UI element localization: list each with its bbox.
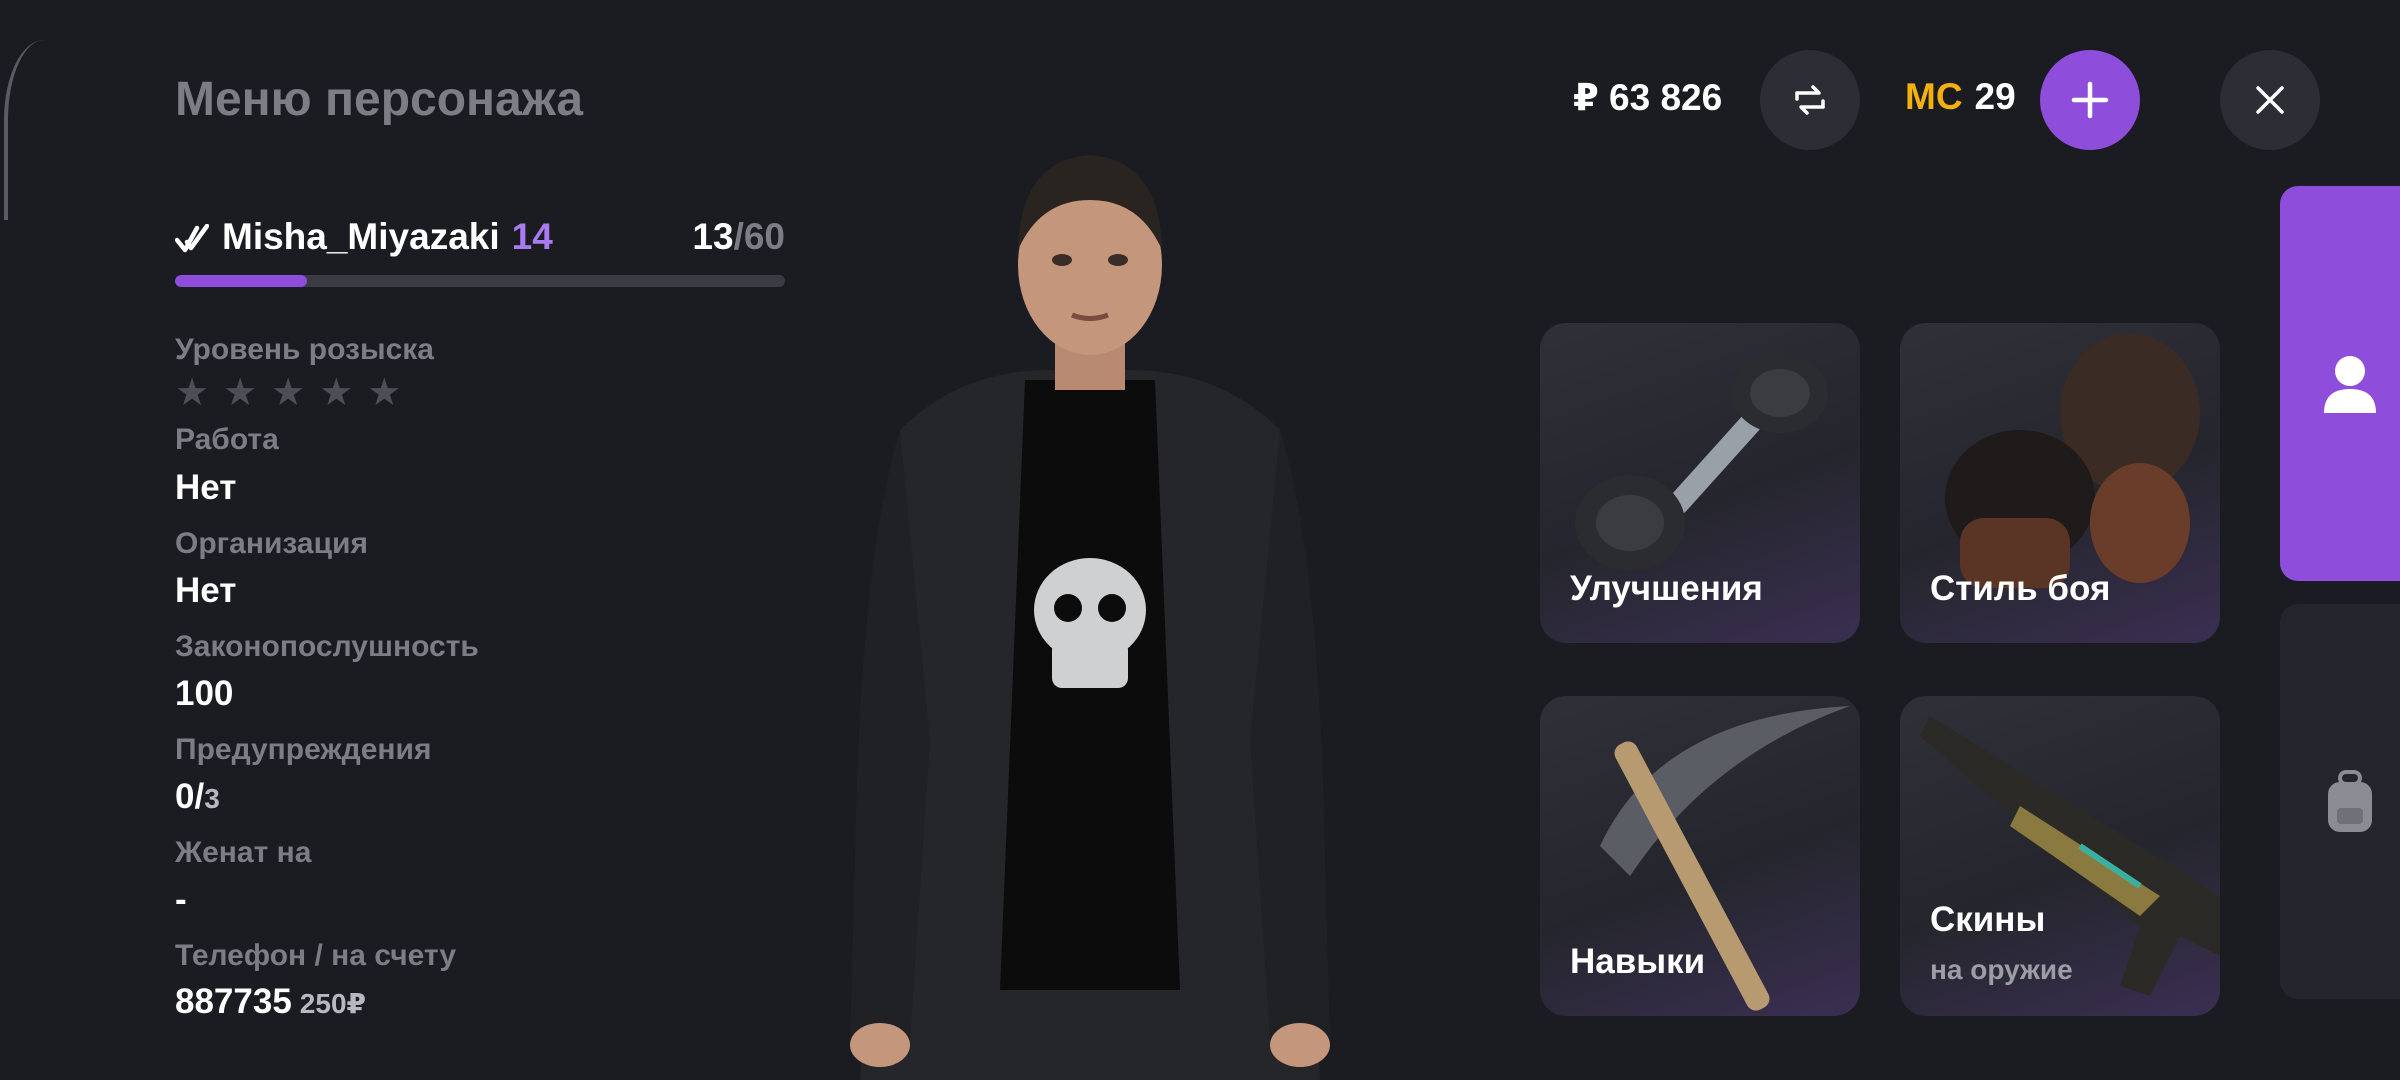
page-title: Меню персонажа <box>175 73 584 126</box>
card-skills-label: Навыки <box>1570 942 1706 981</box>
warnings-value: 0/3 <box>175 777 220 817</box>
user-icon <box>2324 355 2376 413</box>
law-value: 100 <box>175 674 234 713</box>
card-skins[interactable]: Скины на оружие <box>1900 696 2220 1016</box>
player-name-text: Misha_Miyazaki <box>222 216 500 257</box>
add-funds-button[interactable] <box>2040 50 2140 150</box>
exchange-icon <box>1795 85 1825 115</box>
exp-progress-fill <box>175 275 308 287</box>
exp-progress-bar <box>175 275 785 287</box>
exp-current: 13 <box>692 216 734 257</box>
close-icon <box>2256 86 2284 114</box>
org-value: Нет <box>175 571 237 610</box>
job-label: Работа <box>175 423 279 456</box>
wanted-stars: ★★★★★ <box>175 372 416 414</box>
phone-number: 887735 <box>175 982 292 1021</box>
exchange-button[interactable] <box>1760 50 1860 150</box>
tab-inventory[interactable] <box>2280 604 2400 999</box>
character-model <box>850 155 1330 1080</box>
warnings-max: 3 <box>204 783 220 814</box>
player-header: Misha_Miyazaki 14 13/60 <box>175 216 785 260</box>
exp-counter: 13/60 <box>692 216 785 258</box>
money-balance: ₽ 63 826 <box>1573 77 1723 118</box>
card-fight-style[interactable]: Стиль боя <box>1900 323 2220 643</box>
phone-value: 887735 250₽ <box>175 982 366 1022</box>
wanted-label: Уровень розыска <box>175 333 434 366</box>
warnings-count: 0/ <box>175 777 205 816</box>
married-value: - <box>175 880 187 919</box>
verified-icon <box>175 224 209 253</box>
card-fight-style-label: Стиль боя <box>1930 569 2111 608</box>
law-label: Законопослушность <box>175 630 479 663</box>
mc-value: 29 <box>1974 76 2016 117</box>
plus-icon <box>2071 81 2109 119</box>
warnings-label: Предупреждения <box>175 733 432 766</box>
card-skins-sublabel: на оружие <box>1930 954 2073 985</box>
married-label: Женат на <box>175 836 312 869</box>
card-upgrades-label: Улучшения <box>1570 569 1763 608</box>
card-skills[interactable]: Навыки <box>1540 696 1860 1016</box>
exp-max: /60 <box>733 216 785 257</box>
phone-balance: 250₽ <box>299 988 366 1019</box>
tab-profile[interactable] <box>2280 186 2400 581</box>
player-level: 14 <box>511 216 553 257</box>
org-label: Организация <box>175 527 368 560</box>
job-value: Нет <box>175 468 237 507</box>
phone-label: Телефон / на счету <box>175 939 457 972</box>
player-name: Misha_Miyazaki 14 <box>222 216 553 258</box>
close-button[interactable] <box>2220 50 2320 150</box>
card-upgrades[interactable]: Улучшения <box>1540 323 1860 643</box>
card-skins-label: Скины <box>1930 900 2046 939</box>
backpack-icon <box>2328 769 2372 832</box>
mc-balance: MC 29 <box>1905 76 2016 118</box>
edge-arc-decoration <box>4 40 44 220</box>
mc-label: MC <box>1905 76 1963 117</box>
